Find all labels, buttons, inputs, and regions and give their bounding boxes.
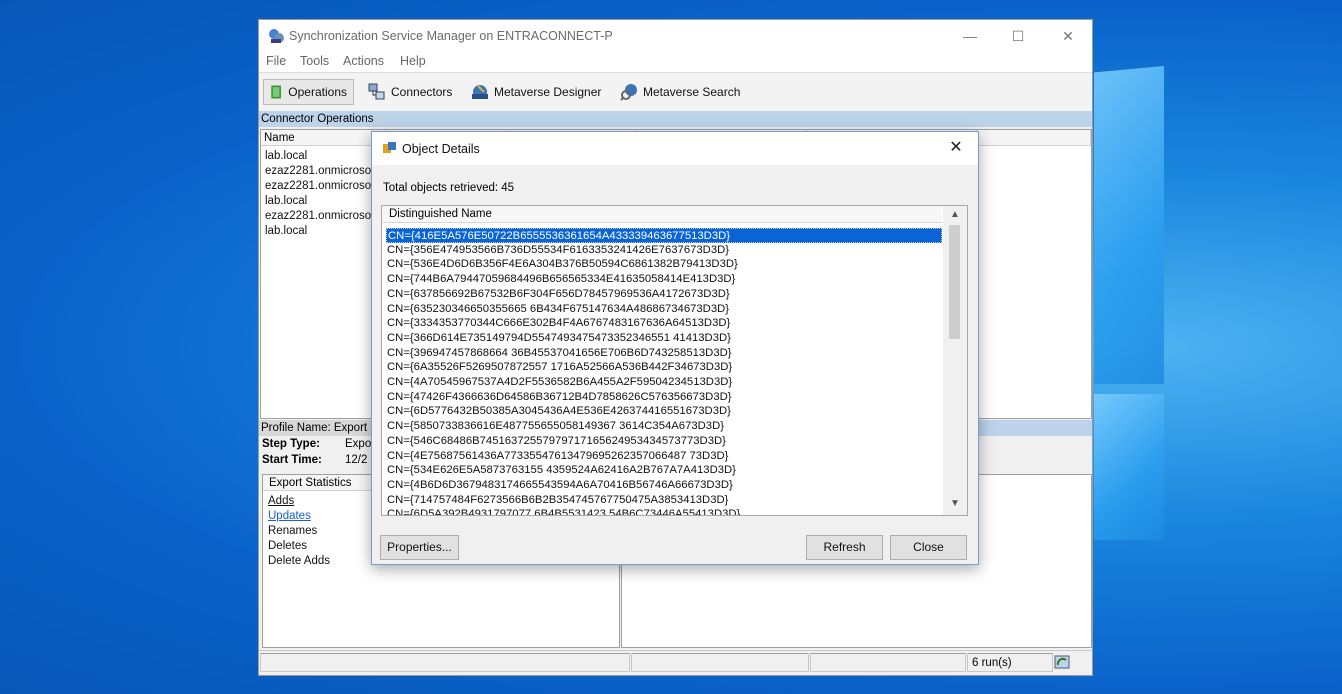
menu-actions[interactable]: Actions — [343, 54, 384, 68]
menu-help[interactable]: Help — [400, 54, 426, 68]
dn-row[interactable]: CN={635230346650355665 6B434F675147634A4… — [386, 302, 942, 317]
operations-icon — [271, 85, 282, 99]
start-time-label: Start Time: — [262, 454, 322, 466]
status-cell — [810, 653, 966, 672]
dn-row[interactable]: CN={637856692B67532B6F304F656D7845796953… — [386, 287, 942, 302]
table-row[interactable]: ezaz2281.onmicrosoft — [265, 210, 378, 222]
dn-row[interactable]: CN={356E474953566B736D55534F616335324142… — [386, 243, 942, 258]
refresh-button[interactable]: Refresh — [806, 535, 883, 560]
table-row[interactable]: lab.local — [265, 150, 307, 162]
dn-row[interactable]: CN={5850733836616E487755655058149367 361… — [386, 419, 942, 434]
table-row[interactable]: ezaz2281.onmicrosoft — [265, 165, 378, 177]
distinguished-name-column-header[interactable]: Distinguished Name — [382, 206, 942, 223]
table-row[interactable]: ezaz2281.onmicrosoft — [265, 180, 378, 192]
start-time-value: 12/2 — [345, 454, 368, 466]
sync-status-icon — [1054, 655, 1070, 669]
connector-operations-header: Connector Operations — [259, 111, 1092, 127]
connectors-icon — [368, 83, 385, 100]
adds-link[interactable]: Adds — [268, 495, 294, 507]
close-button[interactable]: ✕ — [1045, 20, 1091, 52]
connectors-button[interactable]: Connectors — [363, 79, 452, 105]
dn-row[interactable]: CN={416E5A576E50722B6555536361654A433339… — [386, 228, 942, 243]
metaverse-designer-icon — [472, 85, 488, 99]
title-bar: Synchronization Service Manager on ENTRA… — [259, 20, 1092, 52]
sync-service-icon — [269, 29, 284, 43]
menu-file[interactable]: File — [266, 54, 286, 68]
deletes-item: Deletes — [268, 540, 307, 552]
runs-count: 6 run(s) — [967, 653, 1053, 672]
operations-label: Operations — [288, 85, 347, 99]
menu-bar: File Tools Actions Help — [259, 52, 1092, 72]
column-header[interactable] — [977, 130, 1091, 146]
dn-row[interactable]: CN={546C68486B74516372557979717165624953… — [386, 434, 942, 449]
delete-adds-item: Delete Adds — [268, 555, 331, 567]
dn-row[interactable]: CN={744B6A79447059684496B656565334E41635… — [386, 272, 942, 287]
dn-row[interactable]: CN={6D5776432B50385A3045436A4E536E426374… — [386, 404, 942, 419]
dialog-title: Object Details — [402, 142, 480, 156]
dn-row[interactable]: CN={3334353770344C666E302B4F4A6767483167… — [386, 316, 942, 331]
profile-header-fill — [979, 420, 1092, 436]
renames-item: Renames — [268, 525, 318, 537]
dn-row[interactable]: CN={47426F4366636D64586B36712B4D7858626C… — [386, 390, 942, 405]
dn-row[interactable]: CN={714757484F6273566B6B2B35474576775047… — [386, 493, 942, 508]
total-objects-text: Total objects retrieved: 45 — [383, 182, 515, 194]
window-title: Synchronization Service Manager on ENTRA… — [289, 29, 613, 43]
metaverse-designer-label: Metaverse Designer — [494, 85, 602, 99]
dn-row[interactable]: CN={536E4D6D6B356F4E6A304B376B50594C6861… — [386, 257, 942, 272]
name-column-header[interactable]: Name — [261, 130, 387, 146]
dn-row[interactable]: CN={4B6D6D3679483174665543594A6A70416B56… — [386, 478, 942, 493]
toolbar: Operations Connectors Metaverse Designer… — [259, 72, 1092, 112]
updates-link[interactable]: Updates — [268, 510, 311, 522]
status-bar: 6 run(s) — [259, 650, 1092, 675]
dn-row[interactable]: CN={6D5A392B4931797077 6B4B5531423 54B6C… — [386, 507, 942, 515]
dialog-title-bar: Object Details ✕ — [372, 132, 978, 165]
table-row[interactable]: lab.local — [265, 225, 307, 237]
dn-row[interactable]: CN={534E626E5A5873763155 4359524A62416A2… — [386, 463, 942, 478]
close-button[interactable]: Close — [890, 535, 967, 560]
distinguished-name-list[interactable]: Distinguished Name CN={416E5A576E50722B6… — [381, 205, 968, 516]
object-details-dialog: Object Details ✕ Total objects retrieved… — [371, 131, 979, 565]
scroll-thumb[interactable] — [949, 225, 960, 339]
metaverse-search-icon — [620, 84, 637, 101]
operations-button[interactable]: Operations — [263, 79, 354, 105]
scroll-up-icon[interactable]: ▲ — [943, 209, 967, 220]
vertical-scrollbar[interactable]: ▲ ▼ — [943, 206, 967, 515]
windows-logo-pane — [1094, 394, 1164, 540]
windows-logo-pane — [1094, 66, 1164, 384]
connectors-label: Connectors — [391, 85, 453, 99]
maximize-button[interactable]: ☐ — [995, 20, 1041, 52]
metaverse-search-button[interactable]: Metaverse Search — [615, 79, 740, 105]
minimize-button[interactable]: — — [947, 20, 993, 52]
dialog-close-icon[interactable]: ✕ — [942, 135, 970, 161]
status-cell — [631, 653, 809, 672]
dn-row[interactable]: CN={6A35526F5269507872557 1716A52566A536… — [386, 360, 942, 375]
properties-button[interactable]: Properties... — [380, 535, 459, 560]
menu-tools[interactable]: Tools — [300, 54, 329, 68]
table-row[interactable]: lab.local — [265, 195, 307, 207]
object-details-icon — [383, 142, 396, 153]
step-type-label: Step Type: — [262, 438, 320, 450]
dn-row[interactable]: CN={4E75687561436A7733554761347969526235… — [386, 449, 942, 464]
dn-row[interactable]: CN={396947457868664 36B45537041656E706B6… — [386, 346, 942, 361]
metaverse-designer-button[interactable]: Metaverse Designer — [466, 79, 601, 105]
scroll-down-icon[interactable]: ▼ — [943, 498, 967, 509]
status-cell — [260, 653, 630, 672]
dn-row[interactable]: CN={366D614E735149794D554749347547335234… — [386, 331, 942, 346]
metaverse-search-label: Metaverse Search — [643, 85, 741, 99]
dn-row[interactable]: CN={4A70545967537A4D2F5536582B6A455A2F59… — [386, 375, 942, 390]
